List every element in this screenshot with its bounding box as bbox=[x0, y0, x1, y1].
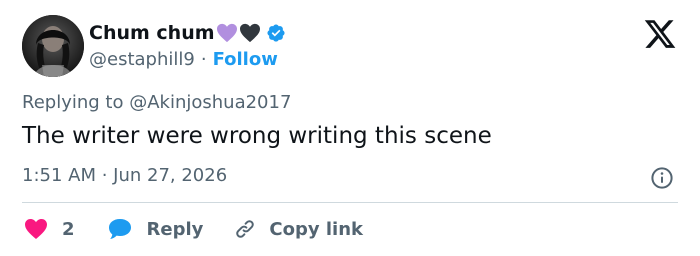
x-logo-icon[interactable] bbox=[643, 17, 677, 51]
divider bbox=[22, 202, 678, 203]
author-handle-row: @estaphill9 · Follow bbox=[89, 47, 278, 71]
copy-link-label: Copy link bbox=[269, 218, 363, 240]
link-icon bbox=[233, 217, 257, 241]
copy-link-button[interactable]: Copy link bbox=[233, 217, 363, 241]
follow-button[interactable]: Follow bbox=[213, 49, 278, 70]
separator-dot: · bbox=[200, 48, 207, 70]
tweet-timestamp[interactable]: 1:51 AM · Jun 27, 2026 bbox=[22, 165, 227, 186]
reply-context-prefix: Replying to bbox=[22, 92, 124, 113]
author-name-row: Chum chum bbox=[89, 20, 286, 46]
avatar[interactable] bbox=[22, 15, 84, 77]
info-icon[interactable] bbox=[650, 166, 674, 190]
tweet-text: The writer were wrong writing this scene bbox=[22, 123, 492, 149]
display-name[interactable]: Chum chum bbox=[89, 22, 215, 44]
reply-button[interactable]: Reply bbox=[107, 217, 204, 241]
reply-label: Reply bbox=[146, 218, 204, 240]
purple-heart-icon bbox=[216, 23, 238, 43]
reply-mention-link[interactable]: @Akinjoshua2017 bbox=[129, 92, 291, 113]
author-handle[interactable]: @estaphill9 bbox=[89, 49, 195, 70]
reply-context: Replying to @Akinjoshua2017 bbox=[22, 92, 291, 113]
heart-icon bbox=[24, 218, 48, 240]
like-count: 2 bbox=[62, 218, 75, 240]
like-button[interactable]: 2 bbox=[24, 218, 75, 240]
black-heart-icon bbox=[239, 23, 261, 43]
speech-bubble-icon bbox=[107, 217, 133, 241]
verified-badge-icon[interactable] bbox=[266, 23, 286, 43]
tweet-actions: 2 Reply Copy link bbox=[24, 216, 363, 242]
